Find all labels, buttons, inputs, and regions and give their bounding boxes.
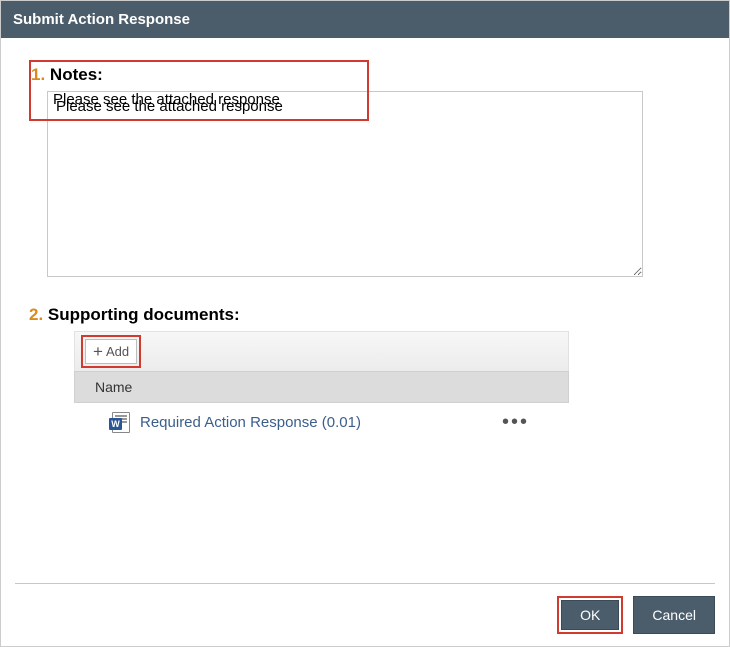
notes-number: 1. [31, 65, 45, 84]
dialog-title: Submit Action Response [13, 11, 190, 28]
more-actions-icon[interactable]: ••• [496, 411, 535, 434]
ok-button[interactable]: OK [561, 600, 619, 630]
highlight-add: + Add [81, 335, 141, 368]
dialog-content: 1. Notes: Please see the attached respon… [1, 38, 729, 442]
documents-table: + Add Name Required Action Response (0.0… [74, 331, 569, 442]
add-document-button[interactable]: + Add [85, 339, 137, 364]
document-link[interactable]: Required Action Response (0.01) [140, 414, 486, 431]
footer-divider [15, 583, 715, 584]
table-row: Required Action Response (0.01) ••• [74, 403, 569, 442]
documents-number: 2. [29, 305, 43, 324]
footer-buttons: OK Cancel [15, 596, 715, 634]
notes-section-label: 1. Notes: [31, 65, 361, 85]
column-name-header: Name [95, 379, 132, 395]
word-doc-icon [112, 412, 130, 433]
documents-label: Supporting documents: [48, 305, 240, 324]
notes-preview: Please see the attached response [53, 91, 361, 113]
notes-label: Notes: [50, 65, 103, 84]
documents-section-label: 2. Supporting documents: [29, 305, 701, 325]
dialog-header: Submit Action Response [1, 1, 729, 38]
documents-header-row: Name [74, 371, 569, 403]
documents-toolbar: + Add [74, 331, 569, 371]
cancel-button[interactable]: Cancel [633, 596, 715, 634]
highlight-ok: OK [557, 596, 623, 634]
add-label: Add [106, 344, 129, 359]
plus-icon: + [93, 343, 103, 360]
highlight-notes: 1. Notes: Please see the attached respon… [29, 60, 369, 121]
dialog-footer: OK Cancel [15, 583, 715, 634]
